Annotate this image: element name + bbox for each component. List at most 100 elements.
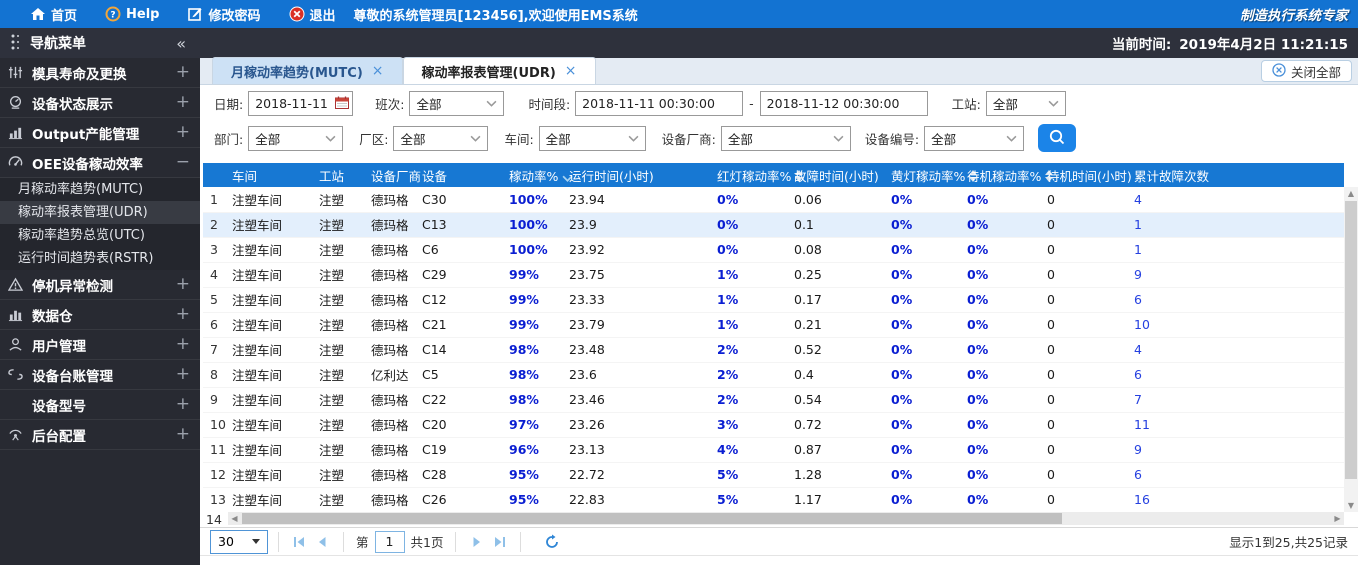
column-header[interactable]	[203, 163, 228, 187]
table-row[interactable]: 12 注塑车间 注塑 德玛格 C28 95% 22.72 5% 1.28 0% 0% 0 6	[203, 462, 1344, 488]
table-cell[interactable]: C19	[418, 437, 505, 463]
vertical-scrollbar[interactable]: ▲ ▼	[1344, 187, 1358, 512]
table-cell[interactable]: 0%	[713, 212, 790, 238]
column-header[interactable]: 故障时间(小时)	[790, 163, 887, 187]
table-cell[interactable]: 13	[203, 487, 228, 512]
table-cell[interactable]: 0%	[887, 437, 963, 463]
table-row[interactable]: 3 注塑车间 注塑 德玛格 C6 100% 23.92 0% 0.08 0% 0% 0 1	[203, 237, 1344, 263]
table-cell[interactable]: 0.21	[790, 312, 887, 338]
sidebar-subitem[interactable]: 月稼动率趋势(MUTC)	[0, 178, 200, 201]
workshop-select[interactable]: 全部	[538, 125, 646, 151]
table-cell[interactable]: C29	[418, 262, 505, 288]
table-cell[interactable]: 0%	[963, 337, 1043, 363]
table-cell[interactable]: 注塑车间	[228, 337, 315, 363]
column-header[interactable]: 车间	[228, 163, 315, 187]
table-cell[interactable]: 12	[203, 462, 228, 488]
table-cell[interactable]: 11	[1130, 412, 1344, 438]
table-cell[interactable]: 9	[1130, 262, 1344, 288]
column-header[interactable]: 待机稼动率%	[963, 163, 1054, 187]
table-cell[interactable]: 7	[1130, 387, 1344, 413]
tab-close-icon[interactable]: ×	[372, 63, 384, 79]
table-cell[interactable]: 9	[1130, 437, 1344, 463]
table-cell[interactable]: 1.17	[790, 487, 887, 512]
table-cell[interactable]: 0.1	[790, 212, 887, 238]
table-cell[interactable]: 注塑	[315, 312, 367, 338]
sidebar-subitem[interactable]: 稼动率报表管理(UDR)	[0, 201, 200, 224]
scroll-down-arrow-icon[interactable]: ▼	[1344, 499, 1358, 512]
vendor-select[interactable]: 全部	[720, 125, 851, 151]
table-cell[interactable]: 注塑	[315, 287, 367, 313]
table-cell[interactable]: 德玛格	[367, 437, 418, 463]
next-page-button[interactable]	[466, 531, 488, 553]
table-cell[interactable]: 3	[203, 237, 228, 263]
table-cell[interactable]: 0%	[887, 187, 963, 213]
sidebar-item[interactable]: 停机异常检测 +	[0, 270, 200, 300]
table-cell[interactable]: 0	[1043, 212, 1130, 238]
table-cell[interactable]: 0	[1043, 412, 1130, 438]
table-cell[interactable]: 0.06	[790, 187, 887, 213]
horizontal-scroll-thumb[interactable]	[242, 513, 1062, 524]
table-cell[interactable]: C12	[418, 287, 505, 313]
table-cell[interactable]: 2%	[713, 387, 790, 413]
table-cell[interactable]: 注塑车间	[228, 387, 315, 413]
table-cell[interactable]: 注塑车间	[228, 212, 315, 238]
table-cell[interactable]: 0%	[887, 487, 963, 512]
menu-home[interactable]: 首页	[0, 0, 91, 28]
table-cell[interactable]: 4	[1130, 337, 1344, 363]
table-cell[interactable]: 98%	[505, 362, 565, 388]
table-cell[interactable]: 0%	[963, 287, 1043, 313]
expand-toggle-icon[interactable]: +	[176, 94, 190, 111]
table-cell[interactable]: 98%	[505, 337, 565, 363]
table-cell[interactable]: 0%	[887, 337, 963, 363]
department-select[interactable]: 全部	[248, 125, 344, 151]
column-header[interactable]: 设备	[418, 163, 505, 187]
table-row[interactable]: 4 注塑车间 注塑 德玛格 C29 99% 23.75 1% 0.25 0% 0% 0 9	[203, 262, 1344, 288]
table-cell[interactable]: 3%	[713, 412, 790, 438]
table-cell[interactable]: 4%	[713, 437, 790, 463]
table-cell[interactable]: 注塑	[315, 462, 367, 488]
menu-change-password[interactable]: 修改密码	[173, 0, 274, 28]
table-cell[interactable]: 1%	[713, 262, 790, 288]
sidebar-subitem[interactable]: 运行时间趋势表(RSTR)	[0, 247, 200, 270]
table-cell[interactable]: 德玛格	[367, 237, 418, 263]
table-cell[interactable]: 注塑	[315, 487, 367, 512]
table-cell[interactable]: 0.08	[790, 237, 887, 263]
table-cell[interactable]: 注塑	[315, 187, 367, 213]
table-cell[interactable]: 23.48	[565, 337, 713, 363]
table-cell[interactable]: 0	[1043, 262, 1130, 288]
table-cell[interactable]: 1%	[713, 287, 790, 313]
table-cell[interactable]: 1.28	[790, 462, 887, 488]
table-cell[interactable]: 德玛格	[367, 212, 418, 238]
table-cell[interactable]: 23.6	[565, 362, 713, 388]
table-cell[interactable]: 2%	[713, 337, 790, 363]
table-cell[interactable]: 6	[1130, 462, 1344, 488]
table-cell[interactable]: 23.9	[565, 212, 713, 238]
table-cell[interactable]: 注塑	[315, 262, 367, 288]
table-cell[interactable]: 4	[1130, 187, 1344, 213]
table-cell[interactable]: 0%	[963, 462, 1043, 488]
sidebar-item[interactable]: OEE设备稼动效率 −	[0, 148, 200, 178]
table-cell[interactable]: 99%	[505, 262, 565, 288]
column-header[interactable]: 稼动率%	[505, 163, 573, 187]
table-cell[interactable]: 亿利达	[367, 362, 418, 388]
expand-toggle-icon[interactable]: +	[176, 396, 190, 413]
station-select[interactable]: 全部	[985, 91, 1066, 116]
table-cell[interactable]: 8	[203, 362, 228, 388]
table-row[interactable]: 2 注塑车间 注塑 德玛格 C13 100% 23.9 0% 0.1 0% 0% 0 1	[203, 212, 1344, 238]
table-cell[interactable]: 10	[1130, 312, 1344, 338]
table-cell[interactable]: 11	[203, 437, 228, 463]
expand-toggle-icon[interactable]: −	[176, 154, 190, 171]
table-cell[interactable]: 0.4	[790, 362, 887, 388]
table-cell[interactable]: 0%	[963, 187, 1043, 213]
table-cell[interactable]: 7	[203, 337, 228, 363]
table-cell[interactable]: 0%	[713, 237, 790, 263]
table-row[interactable]: 8 注塑车间 注塑 亿利达 C5 98% 23.6 2% 0.4 0% 0% 0 6	[203, 362, 1344, 388]
table-cell[interactable]: 0.54	[790, 387, 887, 413]
table-cell[interactable]: 德玛格	[367, 287, 418, 313]
table-cell[interactable]: 0%	[887, 287, 963, 313]
table-row[interactable]: 9 注塑车间 注塑 德玛格 C22 98% 23.46 2% 0.54 0% 0% 0 7	[203, 387, 1344, 413]
table-cell[interactable]: 23.13	[565, 437, 713, 463]
table-cell[interactable]: 0	[1043, 187, 1130, 213]
table-cell[interactable]: 0%	[963, 487, 1043, 512]
table-cell[interactable]: 0	[1043, 312, 1130, 338]
